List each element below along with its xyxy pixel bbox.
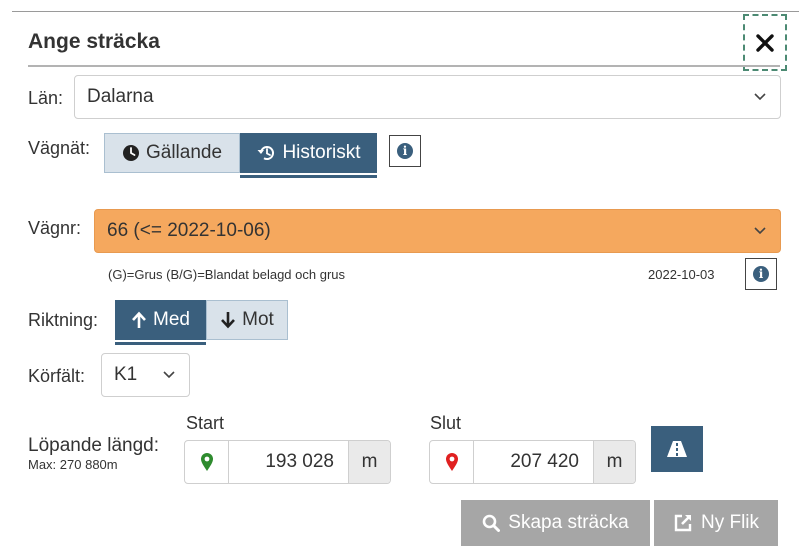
close-button[interactable] — [743, 14, 787, 71]
riktning-med-button[interactable]: Med — [115, 300, 206, 340]
vagnat-info-button[interactable]: i — [389, 135, 421, 167]
slut-input[interactable]: 207 420 — [474, 441, 593, 483]
slut-field[interactable]: 207 420 m — [429, 440, 636, 484]
start-unit: m — [348, 441, 390, 483]
lan-select[interactable]: Dalarna — [74, 75, 781, 119]
riktning-med-label: Med — [153, 309, 190, 330]
lopande-max: Max: 270 880m — [28, 457, 118, 472]
top-divider — [12, 11, 799, 12]
ny-flik-label: Ny Flik — [700, 512, 760, 533]
active-tab-underline — [240, 175, 377, 178]
vagnat-historiskt-label: Historiskt — [282, 142, 361, 163]
slut-unit: m — [593, 441, 635, 483]
vagnat-historiskt-button[interactable]: Historiskt — [240, 133, 377, 173]
slut-pin-container — [430, 441, 474, 483]
arrow-down-icon — [221, 312, 236, 329]
lan-label: Län: — [28, 88, 64, 108]
riktning-label: Riktning: — [28, 310, 99, 330]
external-link-icon — [674, 514, 692, 532]
slut-label: Slut — [430, 413, 462, 433]
info-icon: i — [753, 266, 769, 282]
dialog-title: Ange sträcka — [28, 30, 160, 53]
start-input[interactable]: 193 028 — [229, 441, 348, 483]
chevron-down-icon — [163, 371, 175, 379]
arrow-up-icon — [132, 311, 146, 328]
riktning-mot-label: Mot — [242, 309, 274, 330]
start-label: Start — [186, 413, 225, 433]
map-pin-icon — [445, 453, 458, 471]
lopande-label: Löpande längd: — [28, 435, 160, 456]
vagnat-label: Vägnät: — [28, 138, 91, 158]
vagnat-gallande-label: Gällande — [145, 142, 223, 163]
search-icon — [482, 514, 501, 532]
riktning-mot-button[interactable]: Mot — [206, 300, 288, 340]
vagnr-label: Vägnr: — [28, 218, 82, 238]
info-icon: i — [397, 143, 413, 159]
chevron-down-icon — [754, 93, 766, 101]
road-icon — [667, 441, 687, 457]
road-button[interactable] — [651, 426, 703, 472]
active-tab-underline — [115, 342, 206, 345]
vagnr-legend: (G)=Grus (B/G)=Blandat belagd och grus — [108, 267, 346, 282]
start-field[interactable]: 193 028 m — [184, 440, 391, 484]
vagnat-gallande-button[interactable]: Gällande — [104, 133, 240, 173]
chevron-down-icon — [754, 227, 766, 235]
korfalt-select[interactable]: K1 — [101, 353, 190, 397]
title-divider — [28, 65, 780, 67]
korfalt-value: K1 — [114, 364, 138, 385]
close-icon — [756, 33, 774, 52]
vagnr-date: 2022-10-03 — [648, 267, 715, 282]
vagnr-info-button[interactable]: i — [745, 258, 777, 290]
start-pin-container — [185, 441, 229, 483]
ny-flik-button[interactable]: Ny Flik — [654, 500, 778, 546]
clock-icon — [122, 145, 139, 161]
map-pin-icon — [200, 453, 213, 471]
vagnat-toggle: Gällande Historiskt — [104, 133, 377, 173]
skapa-stracka-button[interactable]: Skapa sträcka — [461, 500, 650, 546]
vagnr-value: 66 (<= 2022-10-06) — [107, 220, 271, 241]
korfalt-label: Körfält: — [28, 366, 86, 386]
riktning-toggle: Med Mot — [115, 300, 288, 340]
vagnr-select[interactable]: 66 (<= 2022-10-06) — [94, 209, 781, 253]
lan-value: Dalarna — [87, 86, 154, 107]
history-icon — [257, 146, 275, 160]
skapa-stracka-label: Skapa sträcka — [508, 512, 629, 533]
